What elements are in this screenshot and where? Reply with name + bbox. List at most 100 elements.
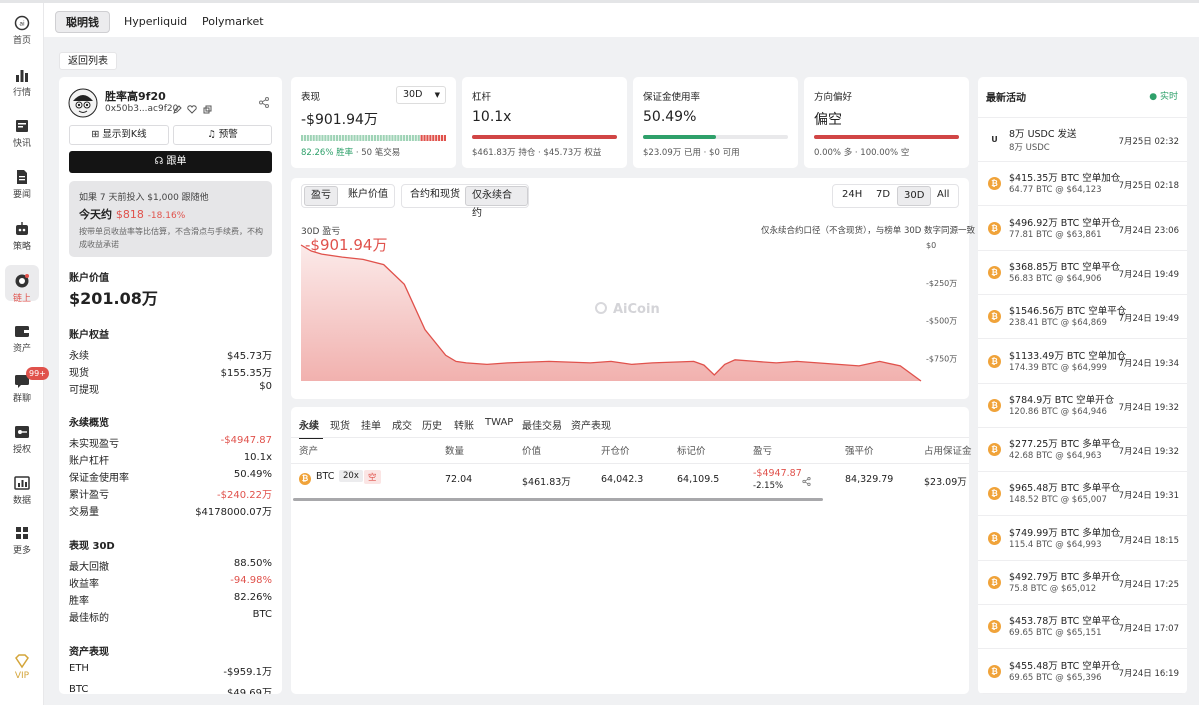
activity-item[interactable]: ₿ $1546.56万 BTC 空单平仓 238.41 BTC @ $64,869 7… (978, 295, 1187, 340)
btc-coin-icon: ₿ (988, 221, 1001, 235)
trade-bar (432, 135, 435, 141)
nav-assets[interactable]: 资产 (0, 323, 44, 354)
trade-bar (353, 135, 356, 141)
activity-item[interactable]: ₿ $496.92万 BTC 空单开仓 77.81 BTC @ $63,861 7月2… (978, 207, 1187, 251)
margin-bar (643, 135, 788, 139)
trade-bar (440, 135, 444, 141)
edit-icon[interactable] (173, 105, 182, 114)
tab-hyperliquid[interactable]: Hyperliquid (114, 11, 197, 33)
copy-trade-button[interactable]: ☊ 跟单 (69, 151, 272, 173)
column-header: 标记价 (677, 446, 706, 457)
share-icon[interactable] (259, 97, 269, 108)
positions-tab[interactable]: 资产表现 (571, 417, 611, 432)
trade-bar (405, 135, 409, 141)
trade-bar (333, 135, 336, 141)
activity-item[interactable]: ₿ $492.79万 BTC 多单开仓 75.8 BTC @ $65,012 7月24… (978, 561, 1187, 605)
column-header: 开仓价 (601, 446, 630, 457)
nav-strategy[interactable]: 策略 (0, 221, 44, 252)
activity-item[interactable]: ₿ $277.25万 BTC 多单平仓 42.68 BTC @ $64,963 7月2… (978, 428, 1187, 473)
back-to-list-button[interactable]: 返回列表 (59, 52, 117, 70)
nav-auth[interactable]: 授权 (0, 424, 44, 455)
positions-tab[interactable]: TWAP (485, 417, 513, 428)
positions-tab[interactable]: 转账 (454, 417, 474, 432)
activity-item[interactable]: ₿ $1133.49万 BTC 空单加仓 174.39 BTC @ $64,999 7… (978, 340, 1187, 384)
row-key: 累计盈亏 (69, 490, 109, 501)
row-key: BTC (69, 684, 89, 694)
cell-asset: BTC (316, 471, 335, 482)
svg-text:ai: ai (19, 21, 25, 28)
trade-bar (309, 135, 312, 141)
tab-polymarket[interactable]: Polymarket (192, 11, 274, 33)
trade-bar (379, 135, 382, 141)
chevron-down-icon: ▼ (434, 91, 440, 99)
y-tick-label: -$500万 (926, 317, 957, 326)
nav-label: 要闻 (12, 190, 31, 200)
margin-sub: $23.09万 已用 · $0 可用 (643, 148, 740, 158)
leverage-bar (472, 135, 617, 139)
activity-item[interactable]: ₿ $415.35万 BTC 空单加仓 64.77 BTC @ $64,123 7月2… (978, 162, 1187, 207)
asset-perf-title: 资产表现 (69, 647, 109, 658)
pnl-area-chart: AiCoin $0 -$250万 -$500万 -$750万 (300, 241, 957, 382)
activity-time: 7月24日 23:06 (1118, 225, 1179, 236)
activity-item[interactable]: ₿ $749.99万 BTC 多单加仓 115.4 BTC @ $64,993 7月2… (978, 517, 1187, 561)
follow-icon: ☊ (154, 156, 164, 167)
news-flash-icon (16, 120, 28, 132)
trade-bar (429, 135, 432, 141)
nav-flash[interactable]: 快讯 (0, 118, 44, 149)
pnl-area (301, 245, 921, 381)
btc-coin-icon: ₿ (988, 576, 1001, 589)
activity-item[interactable]: ₿ $455.48万 BTC 空单开仓 69.65 BTC @ $65,396 7月2… (978, 650, 1187, 694)
heart-icon[interactable] (187, 105, 197, 114)
activity-detail: 8万 USDC (1009, 143, 1050, 153)
btc-coin-icon: ₿ (988, 354, 1001, 368)
row-value: -94.98% (230, 575, 272, 586)
trade-bar (426, 135, 429, 141)
positions-tab[interactable]: 成交 (392, 417, 412, 432)
wallet-address[interactable]: 0x50b3...ac9f20 (105, 104, 178, 114)
positions-tab[interactable]: 最佳交易 (522, 417, 562, 432)
activity-item[interactable]: ₿ $368.85万 BTC 空单平仓 56.83 BTC @ $64,906 7月2… (978, 251, 1187, 295)
btc-coin-icon: ₿ (299, 473, 311, 485)
nav-vip[interactable]: VIP (0, 653, 44, 681)
btc-coin-icon: ₿ (988, 265, 1001, 279)
nav-news[interactable]: 要闻 (0, 169, 44, 200)
activity-item[interactable]: ₿ $965.48万 BTC 多单平仓 148.52 BTC @ $65,007 7月… (978, 472, 1187, 517)
activity-detail: 75.8 BTC @ $65,012 (1009, 584, 1097, 594)
nav-data[interactable]: 数据 (0, 475, 44, 506)
trade-bar (370, 135, 374, 141)
nav-onchain[interactable]: 链上 (0, 265, 44, 304)
nav-market[interactable]: 行情 (0, 67, 44, 98)
follow-button-label: 跟单 (166, 156, 187, 167)
activity-time: 7月25日 02:32 (1118, 137, 1179, 147)
nav-more[interactable]: 更多 (0, 525, 44, 556)
perp-title: 永续概览 (69, 418, 109, 429)
activity-time: 7月24日 17:25 (1118, 580, 1179, 590)
activity-title-text: $784.9万 BTC 空单开仓 (1009, 394, 1115, 406)
perf-value: -$901.94万 (301, 112, 378, 128)
share-icon[interactable] (802, 477, 811, 486)
positions-tab[interactable]: 永续 (299, 417, 319, 432)
copy-icon[interactable] (203, 105, 212, 114)
positions-tab[interactable]: 历史 (422, 417, 442, 432)
leverage-value: 10.1x (472, 109, 512, 125)
activity-item[interactable]: U 8万 USDC 发送 8万 USDC 7月25日 02:32 (978, 118, 1187, 162)
cell-margin: $23.09万 (924, 477, 967, 488)
show-on-kline-button[interactable]: ⊞ 显示到K线 (69, 125, 169, 145)
account-value-label: 账户价值 (69, 273, 109, 284)
left-sidebar: ai 首页 行情 快讯 要闻 策略 链上 资产 99+ 群聊 授权 数据 更多 … (0, 3, 49, 705)
positions-tab[interactable]: 现货 (330, 417, 350, 432)
activity-item[interactable]: ₿ $453.78万 BTC 空单平仓 69.65 BTC @ $65,151 7月2… (978, 605, 1187, 650)
alert-button[interactable]: ♫ 预警 (173, 125, 272, 145)
nav-home[interactable]: ai 首页 (0, 15, 44, 46)
activity-item[interactable]: ₿ $784.9万 BTC 空单开仓 120.86 BTC @ $64,946 7月2… (978, 384, 1187, 428)
grid-more-icon (16, 527, 28, 539)
activity-title-text: $368.85万 BTC 空单平仓 (1009, 261, 1121, 273)
row-key: 交易量 (69, 507, 99, 518)
positions-tab[interactable]: 挂单 (361, 417, 381, 432)
period-select[interactable]: 30D ▼ (396, 86, 446, 104)
nav-chat[interactable]: 99+ 群聊 (0, 367, 49, 404)
trade-bar (420, 135, 423, 141)
horizontal-scrollbar[interactable] (293, 498, 823, 501)
nav-label: 群聊 (12, 394, 31, 404)
tab-smart-money[interactable]: 聪明钱 (55, 11, 110, 33)
